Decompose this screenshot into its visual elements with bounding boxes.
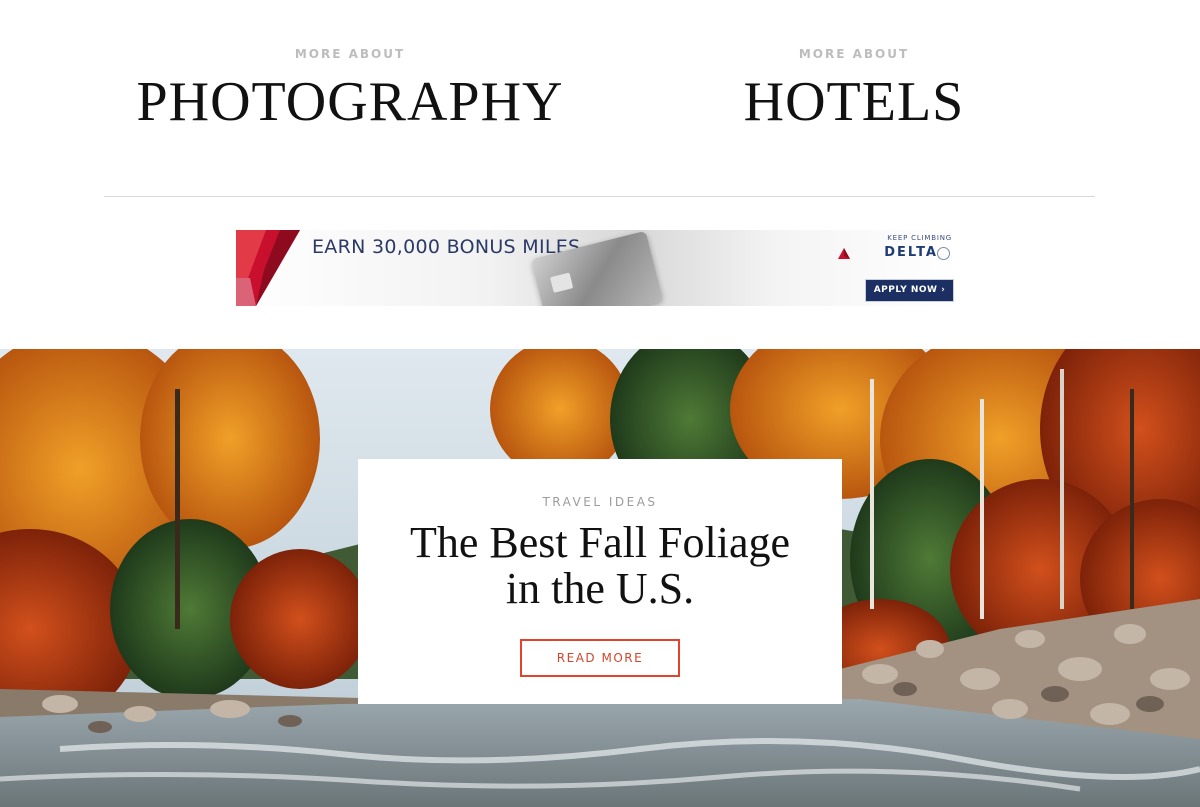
feature-kicker: TRAVEL IDEAS	[542, 495, 658, 509]
ad-tagline: KEEP CLIMBING	[887, 234, 952, 242]
delta-triangle-logo	[236, 230, 300, 306]
delta-widget-icon	[838, 248, 850, 259]
hotels-link[interactable]: HOTELS	[604, 66, 1104, 138]
delta-ad-banner[interactable]: EARN 30,000 BONUS MILES. KEEP CLIMBING D…	[236, 230, 958, 306]
photography-link[interactable]: PHOTOGRAPHY	[100, 66, 600, 138]
more-about-kicker: MORE ABOUT	[798, 47, 910, 61]
section-divider	[104, 196, 1095, 197]
hero-image: TRAVEL IDEAS The Best Fall Foliage in th…	[0, 349, 1200, 807]
more-about-kicker: MORE ABOUT	[294, 47, 406, 61]
ad-brand: DELTA	[884, 245, 938, 260]
read-more-button[interactable]: READ MORE	[520, 639, 680, 677]
apply-now-button[interactable]: APPLY NOW ›	[865, 279, 954, 302]
feature-card: TRAVEL IDEAS The Best Fall Foliage in th…	[358, 459, 842, 704]
card-chip-icon	[549, 272, 574, 293]
more-about-hotels[interactable]: MORE ABOUT HOTELS	[604, 46, 1104, 138]
globe-badge-icon	[937, 247, 950, 260]
feature-title[interactable]: The Best Fall Foliage in the U.S.	[390, 520, 810, 612]
more-about-photography[interactable]: MORE ABOUT PHOTOGRAPHY	[100, 46, 600, 138]
